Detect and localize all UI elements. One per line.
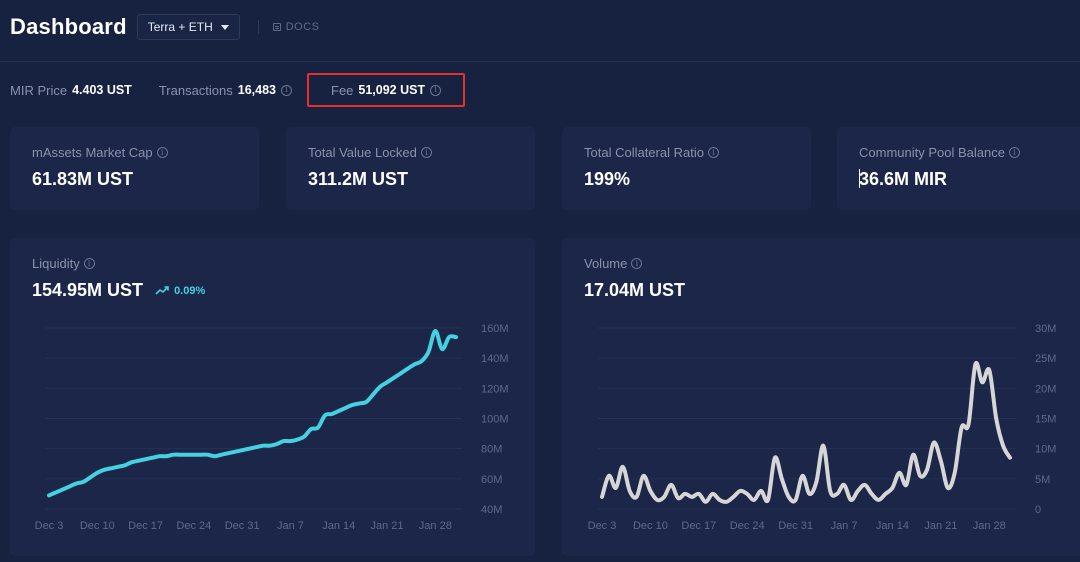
stats-bar: MIR Price 4.403 UST Transactions 16,483 … bbox=[10, 73, 466, 107]
volume-series-line bbox=[600, 360, 1012, 504]
card-label-tvl: Total Value Locked i bbox=[308, 145, 513, 160]
tvl-label: Total Value Locked bbox=[308, 145, 417, 160]
stat-transactions: Transactions 16,483 i bbox=[159, 83, 292, 98]
card-collateral-ratio: Total Collateral Ratio i 199% bbox=[562, 127, 811, 210]
transactions-value: 16,483 bbox=[237, 83, 276, 97]
info-icon[interactable]: i bbox=[281, 84, 292, 96]
tvl-value: 311.2M UST bbox=[308, 169, 409, 189]
page-title: Dashboard bbox=[10, 14, 127, 39]
liquidity-y-tick-label: 140M bbox=[481, 353, 509, 365]
transactions-label: Transactions bbox=[158, 82, 233, 98]
mir-price-label: MIR Price bbox=[10, 82, 68, 98]
volume-x-tick-label: Dec 17 bbox=[681, 520, 716, 532]
card-label-collateral: Total Collateral Ratio i bbox=[584, 145, 789, 160]
liquidity-y-tick-label: 40M bbox=[481, 504, 502, 516]
chart-card-liquidity: Liquidity i 154.95M UST 0.09% 40M 60M 80M 1… bbox=[10, 238, 535, 556]
collateral-value: 199% bbox=[584, 169, 631, 189]
network-select[interactable]: Terra + ETH bbox=[136, 14, 240, 40]
volume-x-tick-label: Dec 3 bbox=[588, 520, 617, 532]
docs-link[interactable]: DOCS bbox=[272, 21, 320, 33]
volume-x-tick-label: Dec 31 bbox=[778, 520, 813, 532]
liquidity-x-tick-label: Dec 10 bbox=[80, 520, 115, 532]
info-icon[interactable]: i bbox=[1008, 147, 1020, 158]
card-label-community: Community Pool Balance i bbox=[859, 145, 1058, 160]
volume-x-tick-label: Jan 28 bbox=[973, 520, 1006, 532]
liquidity-y-tick-label: 160M bbox=[481, 323, 509, 335]
volume-x-tick-label: Jan 21 bbox=[924, 520, 957, 532]
volume-x-tick-label: Jan 7 bbox=[831, 520, 858, 532]
liquidity-series-line bbox=[47, 328, 458, 498]
liquidity-x-tick-label: Jan 7 bbox=[277, 520, 304, 532]
volume-y-tick-label: 10M bbox=[1035, 444, 1056, 456]
community-value: 36.6M MIR bbox=[859, 169, 1058, 190]
volume-y-tick-label: 0 bbox=[1035, 504, 1041, 516]
market-cap-value: 61.83M UST bbox=[32, 169, 134, 189]
liquidity-chart: 40M 60M 80M 100M 120M 140M 160M Dec 3 Dec 10 Dec … bbox=[35, 323, 509, 532]
volume-y-tick-label: 15M bbox=[1035, 414, 1056, 426]
liquidity-y-tick-label: 100M bbox=[481, 414, 509, 426]
volume-y-tick-label: 5M bbox=[1035, 474, 1050, 486]
header-separator bbox=[257, 20, 259, 34]
volume-x-tick-label: Dec 10 bbox=[633, 520, 668, 532]
liquidity-x-tick-label: Jan 28 bbox=[419, 520, 452, 532]
liquidity-y-tick-label: 80M bbox=[481, 444, 502, 456]
info-icon[interactable]: i bbox=[156, 147, 168, 158]
card-total-value-locked: Total Value Locked i 311.2M UST bbox=[286, 127, 535, 210]
info-icon[interactable]: i bbox=[707, 147, 719, 158]
liquidity-x-tick-label: Dec 24 bbox=[176, 520, 211, 532]
volume-y-tick-label: 30M bbox=[1035, 323, 1056, 335]
fee-label: Fee bbox=[331, 82, 354, 98]
liquidity-y-tick-label: 60M bbox=[481, 474, 502, 486]
community-label: Community Pool Balance bbox=[859, 145, 1005, 160]
volume-x-tick-label: Jan 14 bbox=[876, 520, 909, 532]
info-icon[interactable]: i bbox=[430, 84, 442, 96]
stat-mir-price: MIR Price 4.403 UST bbox=[10, 83, 132, 98]
chart-card-volume: Volume i 17.04M UST 0 5M 10M 15M 20M 25M 30M De… bbox=[562, 238, 1080, 556]
liquidity-x-tick-label: Dec 17 bbox=[128, 520, 163, 532]
volume-chart: 0 5M 10M 15M 20M 25M 30M Dec 3 Dec 10 Dec 17 Dec 2… bbox=[588, 323, 1057, 532]
liquidity-x-tick-label: Jan 21 bbox=[371, 520, 404, 532]
book-icon bbox=[272, 23, 281, 31]
liquidity-x-tick-label: Dec 31 bbox=[225, 520, 260, 532]
volume-y-tick-label: 25M bbox=[1035, 353, 1056, 365]
header-divider bbox=[0, 61, 1080, 62]
mir-price-value: 4.403 UST bbox=[72, 83, 132, 97]
card-label-market-cap: mAssets Market Cap i bbox=[32, 145, 237, 160]
stat-fee: Fee 51,092 UST i bbox=[307, 73, 466, 107]
volume-y-tick-label: 20M bbox=[1035, 383, 1056, 395]
community-value-text: 36.6M MIR bbox=[859, 169, 948, 189]
volume-x-tick-label: Dec 24 bbox=[730, 520, 765, 532]
card-community-pool: Community Pool Balance i 36.6M MIR bbox=[837, 127, 1080, 210]
network-select-value: Terra + ETH bbox=[147, 20, 213, 34]
caret-down-icon bbox=[220, 24, 229, 30]
docs-label: DOCS bbox=[285, 21, 320, 33]
collateral-label: Total Collateral Ratio bbox=[584, 145, 704, 160]
liquidity-x-tick-label: Dec 3 bbox=[35, 520, 64, 532]
fee-value: 51,092 UST bbox=[358, 83, 426, 97]
liquidity-y-tick-label: 120M bbox=[481, 383, 509, 395]
header: Dashboard Terra + ETH DOCS bbox=[10, 12, 320, 42]
card-market-cap: mAssets Market Cap i 61.83M UST bbox=[10, 127, 259, 210]
info-icon[interactable]: i bbox=[420, 147, 432, 158]
liquidity-x-tick-label: Jan 14 bbox=[322, 520, 355, 532]
market-cap-label: mAssets Market Cap bbox=[32, 145, 153, 160]
